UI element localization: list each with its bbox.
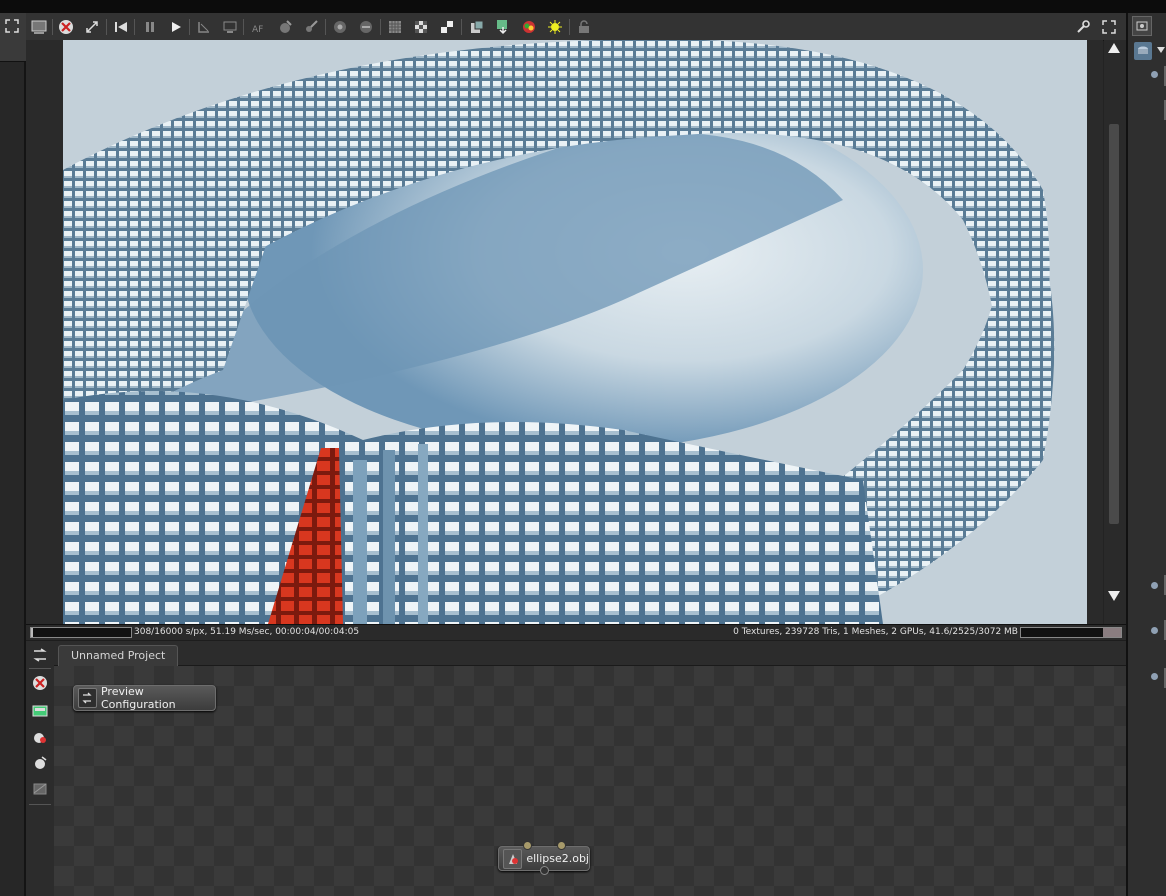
toolbar-separator — [106, 19, 107, 35]
viewer-scrollbar[interactable] — [1104, 40, 1126, 624]
config-icon — [78, 688, 97, 708]
autofocus-icon[interactable]: AF — [250, 18, 268, 36]
scrollbar-thumb[interactable] — [1109, 124, 1119, 524]
toolbar-separator — [134, 19, 135, 35]
expand-dot-icon[interactable] — [1151, 673, 1158, 680]
left-dock-header — [0, 13, 26, 62]
render-progress-bar — [30, 627, 132, 638]
toolbar-separator — [29, 804, 51, 805]
camera-dof-icon[interactable] — [357, 18, 375, 36]
mesh-icon — [503, 848, 523, 869]
play-icon[interactable] — [167, 18, 185, 36]
toolbar-separator — [243, 19, 244, 35]
output-pin[interactable] — [540, 866, 549, 875]
right-dock — [1126, 13, 1166, 896]
restart-icon[interactable] — [112, 18, 130, 36]
expand-dot-icon[interactable] — [1151, 71, 1158, 78]
camera-target-icon[interactable] — [331, 18, 349, 36]
maximize-icon[interactable] — [1100, 18, 1118, 36]
render-stats-left: 308/16000 s/px, 51.19 Ms/sec, 00:00:04/0… — [134, 627, 360, 637]
viewport-margin-left — [26, 40, 63, 624]
toolbar-separator — [380, 19, 381, 35]
pause-icon[interactable] — [141, 18, 159, 36]
input-pin[interactable] — [557, 841, 566, 850]
material-icon[interactable] — [30, 728, 50, 746]
export-icon[interactable] — [494, 18, 512, 36]
white-balance-icon[interactable] — [221, 18, 239, 36]
object-icon[interactable] — [30, 754, 50, 772]
toolbar-separator — [189, 19, 190, 35]
render-scene — [63, 40, 1087, 624]
svg-text:AF: AF — [252, 25, 263, 33]
render-status-bar: 308/16000 s/px, 51.19 Ms/sec, 00:00:04/0… — [26, 624, 1126, 640]
sun-icon[interactable] — [546, 18, 564, 36]
memory-usage-fill — [1103, 628, 1121, 637]
left-dock — [0, 13, 26, 896]
tab-unnamed-project[interactable]: Unnamed Project — [58, 645, 179, 666]
object-picker-icon[interactable] — [302, 18, 320, 36]
alpha-icon[interactable] — [438, 18, 456, 36]
toolbar-separator — [29, 668, 51, 669]
toolbar-separator — [325, 19, 326, 35]
stop-icon[interactable] — [30, 674, 50, 692]
graph-tab-bar: Unnamed Project — [54, 641, 1126, 666]
node-inspector-icon[interactable] — [1134, 42, 1152, 60]
graph-toolbar — [26, 641, 55, 896]
color-picker-icon[interactable] — [520, 18, 538, 36]
settings-wrench-icon[interactable] — [1074, 18, 1092, 36]
memory-usage-bar — [1020, 627, 1122, 638]
node-label: ellipse2.obj — [526, 852, 589, 865]
save-icon[interactable] — [468, 18, 486, 36]
render-region-icon[interactable] — [30, 18, 48, 36]
expand-dot-icon[interactable] — [1151, 627, 1158, 634]
left-dock-body — [0, 62, 26, 896]
render-target-icon[interactable] — [30, 702, 50, 720]
scroll-up-icon[interactable] — [1107, 42, 1121, 54]
chevron-down-icon[interactable] — [1156, 44, 1166, 56]
texture-node-icon[interactable] — [30, 780, 50, 798]
viewer-toolbar: AF — [26, 13, 1126, 41]
graph-layout-icon[interactable] — [30, 646, 50, 664]
fullscreen-icon[interactable] — [3, 17, 21, 35]
node-label: Preview Configuration — [100, 685, 176, 711]
scroll-down-icon[interactable] — [1107, 590, 1121, 602]
viewport-margin-right — [1087, 40, 1103, 624]
render-settings-icon[interactable] — [1132, 16, 1152, 36]
material-picker-icon[interactable] — [276, 18, 294, 36]
render-stats-right: 0 Textures, 239728 Tris, 1 Meshes, 2 GPU… — [733, 627, 1018, 637]
toolbar-separator — [52, 19, 53, 35]
lock-icon[interactable] — [575, 18, 593, 36]
toolbar-separator — [569, 19, 570, 35]
focus-picker-icon[interactable] — [195, 18, 213, 36]
stop-icon[interactable] — [57, 18, 75, 36]
top-bar — [0, 0, 1166, 13]
expand-dot-icon[interactable] — [1151, 582, 1158, 589]
toolbar-separator — [461, 19, 462, 35]
render-progress-fill — [31, 628, 33, 637]
input-pin[interactable] — [523, 841, 532, 850]
checker-icon[interactable] — [412, 18, 430, 36]
preview-configuration-node[interactable]: Preview Configuration — [73, 685, 216, 711]
render-image[interactable] — [63, 40, 1087, 624]
reset-icon[interactable] — [83, 18, 101, 36]
texture-icon[interactable] — [386, 18, 404, 36]
